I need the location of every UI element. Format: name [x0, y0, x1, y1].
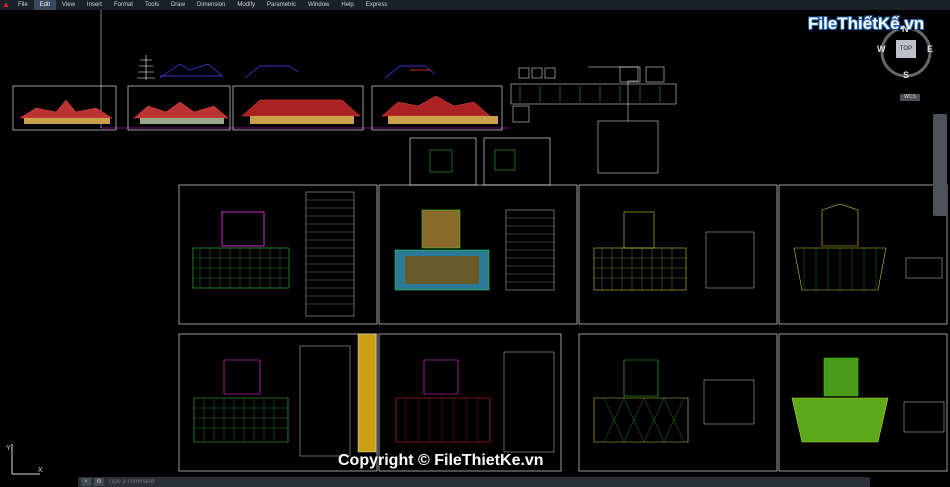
viewcube-top-face[interactable]: TOP	[896, 40, 916, 58]
compass-south[interactable]: S	[903, 70, 909, 80]
menu-bar: ▲ File Edit View Insert Format Tools Dra…	[0, 0, 950, 10]
menu-express[interactable]: Express	[360, 0, 394, 10]
ucs-x-label: X	[38, 467, 43, 474]
menu-file[interactable]: File	[12, 0, 34, 10]
plan-sheet-8	[778, 333, 948, 472]
wcs-menu[interactable]: WCS	[900, 94, 920, 101]
detail-sheets	[409, 137, 551, 186]
plan-sheets	[178, 184, 948, 472]
plan-sheet-6	[378, 333, 562, 472]
menu-format[interactable]: Format	[108, 0, 139, 10]
navigation-bar[interactable]	[933, 114, 947, 216]
elevation-sheet-3	[232, 85, 364, 131]
ucs-icon: Y X	[4, 440, 44, 485]
menu-window[interactable]: Window	[302, 0, 335, 10]
compass-north[interactable]: N	[902, 24, 909, 34]
command-input[interactable]	[108, 478, 870, 486]
menu-insert[interactable]: Insert	[81, 0, 108, 10]
elevation-sheet-1	[12, 85, 117, 131]
command-line: × ⚙	[78, 477, 870, 487]
viewcube[interactable]: TOP N W E S	[876, 24, 936, 90]
compass-east[interactable]: E	[927, 44, 933, 54]
compass-ring	[880, 26, 932, 78]
plan-sheet-3	[578, 184, 778, 325]
roof-sketches	[159, 63, 436, 79]
menu-modify[interactable]: Modify	[231, 0, 261, 10]
close-icon[interactable]: ×	[81, 478, 91, 486]
copyright-watermark: Copyright © FileThietKe.vn	[338, 452, 544, 469]
menu-tools[interactable]: Tools	[139, 0, 165, 10]
plan-sheet-7	[578, 333, 778, 472]
elevation-sheet-4	[371, 85, 503, 131]
plan-sheet-5	[178, 333, 378, 472]
ucs-y-label: Y	[6, 445, 11, 452]
elevation-sheets	[12, 85, 503, 131]
elevation-sheet-2	[127, 85, 231, 131]
app-menu-icon[interactable]: ▲	[0, 0, 12, 10]
menu-parametric[interactable]: Parametric	[261, 0, 302, 10]
menu-edit[interactable]: Edit	[33, 0, 57, 10]
compass-west[interactable]: W	[877, 44, 886, 54]
plan-sheet-4	[778, 184, 948, 325]
wrench-icon[interactable]: ⚙	[94, 478, 104, 486]
plan-sheet-2	[378, 184, 578, 325]
menu-dimension[interactable]: Dimension	[191, 0, 231, 10]
menu-help[interactable]: Help	[335, 0, 359, 10]
drawing-canvas[interactable]	[0, 10, 950, 477]
detail-strip	[510, 66, 677, 174]
menu-view[interactable]: View	[56, 0, 81, 10]
menu-draw[interactable]: Draw	[165, 0, 191, 10]
plan-sheet-1	[178, 184, 378, 325]
tower-sketch	[137, 55, 155, 80]
